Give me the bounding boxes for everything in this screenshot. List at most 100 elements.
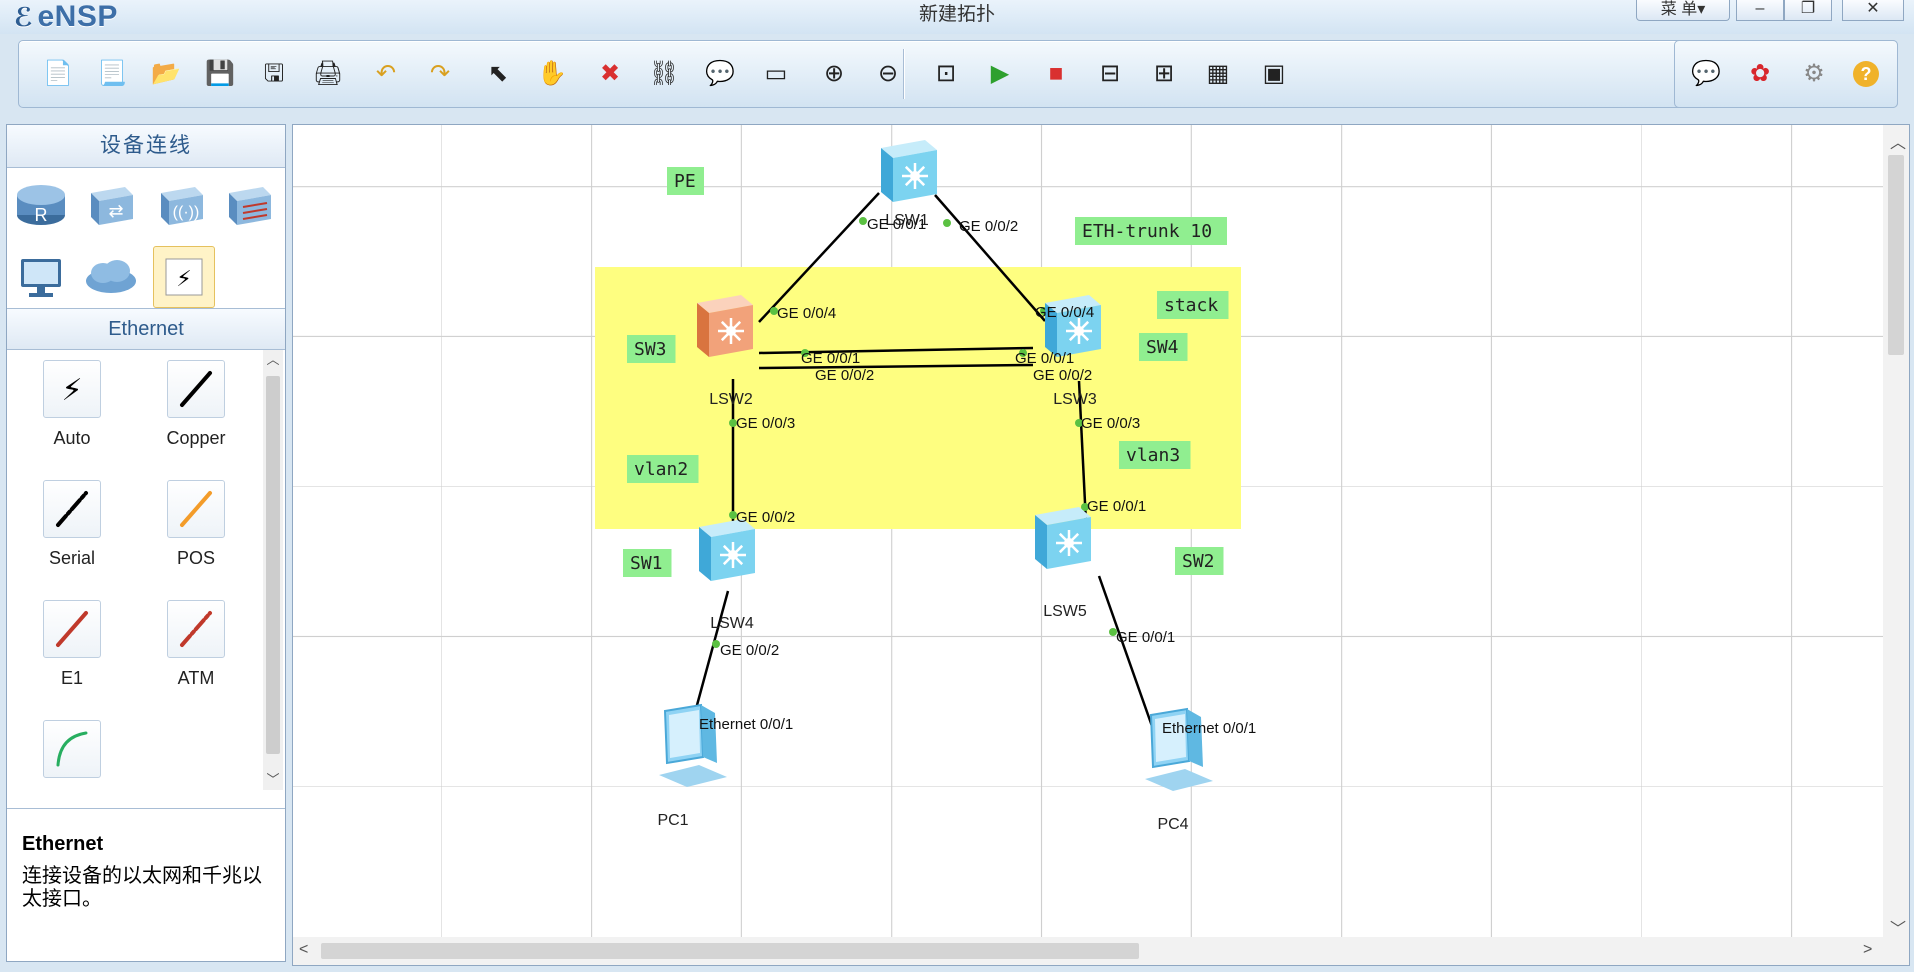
link-7 [1097,575,1161,747]
close-button[interactable]: ✕ [1842,0,1904,21]
delete-button[interactable]: ✖ [591,55,629,93]
canvas-hscroll-thumb[interactable] [321,943,1139,959]
redo-button[interactable]: ↷ [421,55,459,93]
switch-hub [910,171,920,181]
save-as-button[interactable]: 🖫 [255,55,293,93]
note-stack: stack [1164,295,1218,316]
cloud-category-icon[interactable] [83,248,139,304]
undo-button[interactable]: ↶ [367,55,405,93]
settings-icon: ⚙ [1803,60,1825,87]
cable-atm[interactable]: ATM [141,600,251,690]
canvas-vscroll-thumb[interactable] [1888,155,1904,355]
stop-icon: ■ [1048,60,1064,87]
save-as-icon: 🖫 [263,60,285,87]
new-example-button[interactable]: 📃 [93,55,131,93]
zoom-in-button[interactable]: ⊕ [815,55,853,93]
device-panel-header: 设备连线 [7,125,285,168]
port-label: Ethernet 0/0/1 [699,716,793,733]
svg-text:⇄: ⇄ [108,201,123,221]
scroll-up-icon[interactable]: ︿ [263,350,283,370]
svg-text:R: R [35,205,48,225]
cable-auto[interactable]: ⚡ Auto [17,360,127,450]
chat-button[interactable]: 💬 [1687,55,1725,93]
palette-icon: ▭ [764,60,788,87]
window-title: 新建拓扑 [918,4,995,25]
e1-cable-icon [43,600,101,658]
note-vlan2: vlan2 [634,459,688,480]
cable-serial[interactable]: Serial [17,480,127,570]
port-label: GE 0/0/4 [777,305,836,322]
save-icon: 💾 [205,60,235,87]
palette-button[interactable]: ▭ [757,55,795,93]
terminal-category-icon[interactable] [13,248,69,304]
pc-base [1145,769,1213,791]
text-button[interactable]: 💬 [701,55,739,93]
open-button[interactable]: 📂 [147,55,185,93]
select-button[interactable]: ⬉ [479,55,517,93]
zoom-out-icon: ⊖ [877,60,899,87]
huawei-button[interactable]: ✿ [1741,55,1779,93]
fit-icon: ⊡ [935,60,957,87]
settings-button[interactable]: ⚙ [1795,55,1833,93]
cable-category-icon[interactable]: ⚡ [153,246,215,308]
restore-button[interactable]: ❐ [1784,0,1832,21]
capture-button[interactable]: ⊟ [1091,55,1129,93]
switch-lsw4 [699,519,755,581]
huawei-icon: ✿ [1749,60,1771,87]
scroll-down-icon[interactable]: ﹀ [263,770,283,790]
print-icon: 🖨 [312,60,344,87]
note-vlan3: vlan3 [1126,445,1180,466]
scroll-thumb[interactable] [266,376,280,754]
cable-label [17,788,127,790]
pc-glass [669,710,700,758]
help-icon: ? [1853,61,1879,87]
cable-label: POS [176,548,215,568]
device-label: PC1 [657,812,688,829]
topology-button[interactable]: ⊞ [1145,55,1183,93]
cable-list-scrollbar[interactable]: ︿ ﹀ [263,350,283,790]
cable-ctl[interactable] [17,720,127,790]
cable-pos[interactable]: POS [141,480,251,570]
start-button[interactable]: ▶ [981,55,1019,93]
help-button[interactable]: ? [1847,55,1885,93]
chat-icon: 💬 [1691,60,1721,87]
stop-button[interactable]: ■ [1037,55,1075,93]
delete-links-button[interactable]: ⛓ [645,55,683,93]
port-label: GE 0/0/1 [867,216,926,233]
scroll-down-icon[interactable]: ﹀ [1890,915,1906,939]
main-menu-button[interactable]: 菜 单▾ [1636,0,1730,21]
fit-button[interactable]: ⊡ [927,55,965,93]
switch-lsw2 [697,295,753,357]
canvas-horizontal-scrollbar[interactable]: < > [293,937,1909,965]
cable-label: Copper [166,428,226,448]
note-sw3: SW3 [634,339,667,360]
canvas-vertical-scrollbar[interactable]: ︿ ﹀ [1883,125,1909,939]
grid-button[interactable]: ▦ [1199,55,1237,93]
scroll-up-icon[interactable]: ︿ [1890,129,1906,153]
minimize-button[interactable]: – [1736,0,1784,21]
cable-e1[interactable]: E1 [17,600,127,690]
cable-label: ATM [177,668,215,688]
switch-category-icon[interactable]: ⇄ [83,176,139,232]
pan-icon: ✋ [537,60,567,87]
zoom-out-button[interactable]: ⊖ [869,55,907,93]
ctl-cable-icon [43,720,101,778]
wireless-category-icon[interactable]: ((·)) [153,176,209,232]
firewall-category-icon[interactable] [221,176,277,232]
port-dot [943,219,951,227]
print-button[interactable]: 🖨 [309,55,347,93]
svg-text:((·)): ((·)) [173,204,200,221]
scroll-left-icon[interactable]: < [299,941,308,959]
pan-button[interactable]: ✋ [533,55,571,93]
screenshot-button[interactable]: ▣ [1255,55,1293,93]
router-category-icon[interactable]: R [13,176,69,232]
save-button[interactable]: 💾 [201,55,239,93]
port-label: GE 0/0/1 [801,350,860,367]
delete-icon: ✖ [599,60,621,87]
switch-lsw5 [1035,507,1091,569]
pc-base [659,765,727,787]
cable-copper[interactable]: Copper [141,360,251,450]
scroll-right-icon[interactable]: > [1863,941,1872,959]
topology-canvas[interactable]: LSW1 LSW2 LSW3 LSW4 LSW5 PC1 PC4 PE ETH-trunk 10… [293,125,1883,937]
new-topology-button[interactable]: 📄 [39,55,77,93]
